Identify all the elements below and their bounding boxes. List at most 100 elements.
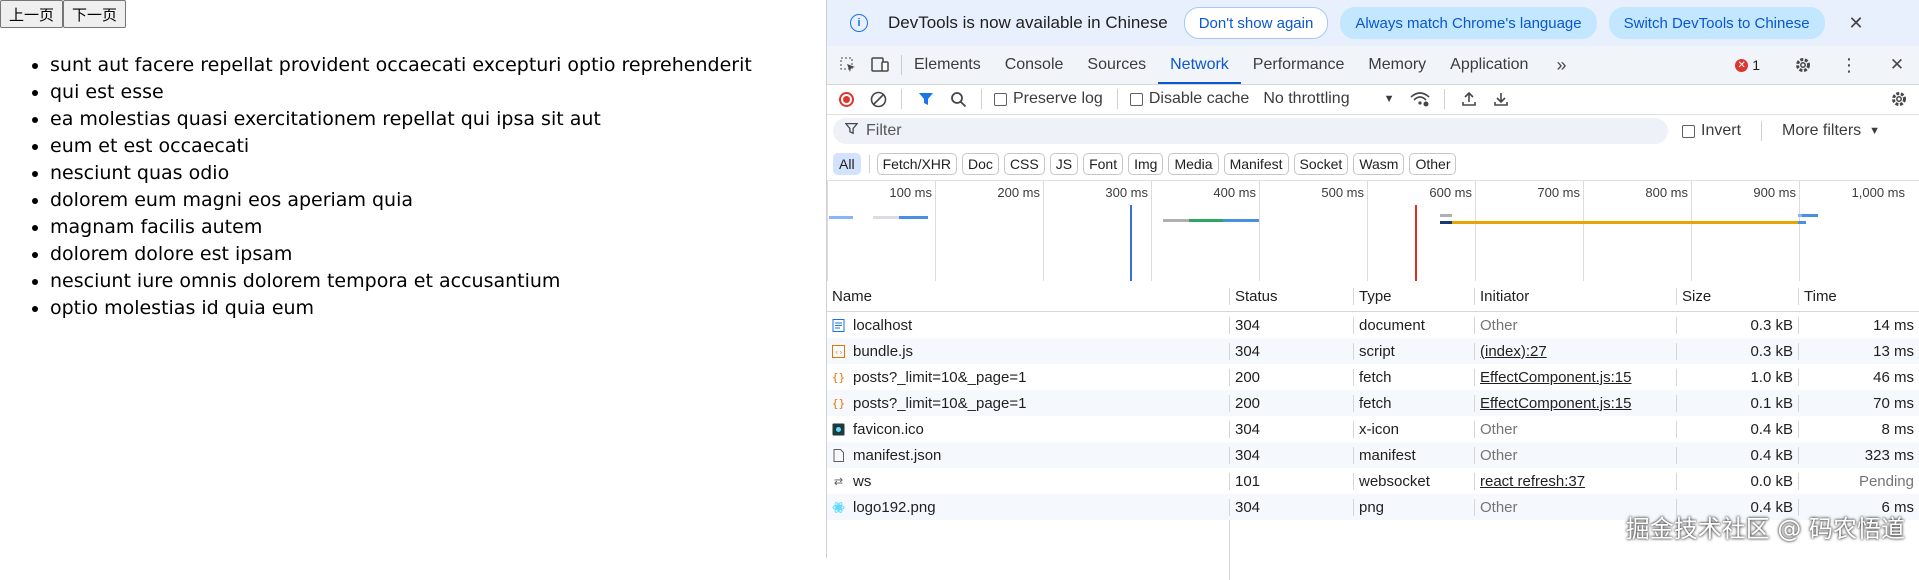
filter-funnel-icon[interactable]	[918, 91, 934, 107]
tab-network[interactable]: Network	[1158, 46, 1241, 84]
initiator-cell: react refresh:37	[1475, 472, 1677, 490]
type-cell: png	[1354, 498, 1475, 516]
name-cell: {} posts?_limit=10&_page=1	[827, 394, 1230, 412]
waterfall-overview-bars	[829, 205, 1818, 281]
websocket-icon: ⇄	[833, 475, 844, 488]
devtools-tabbar: Elements Console Sources Network Perform…	[827, 46, 1919, 85]
inspect-element-icon[interactable]	[837, 54, 859, 76]
chip-all[interactable]: All	[833, 153, 861, 175]
network-conditions-icon[interactable]	[1410, 91, 1431, 107]
initiator-link[interactable]: (index):27	[1480, 343, 1547, 360]
table-row[interactable]: {} posts?_limit=10&_page=1 200 fetch Eff…	[827, 390, 1919, 416]
divider	[981, 89, 982, 109]
invert-checkbox[interactable]	[1682, 124, 1695, 138]
time-cell: 13 ms	[1873, 342, 1914, 360]
preserve-log-checkbox[interactable]	[994, 92, 1007, 106]
device-toolbar-icon[interactable]	[869, 54, 891, 76]
list-item: optio molestias id quia eum	[50, 295, 752, 322]
chip-socket[interactable]: Socket	[1293, 153, 1349, 175]
tab-performance[interactable]: Performance	[1241, 46, 1357, 84]
filter-input[interactable]: Filter	[833, 118, 1668, 144]
table-row[interactable]: {} posts?_limit=10&_page=1 200 fetch Eff…	[827, 364, 1919, 390]
request-name: logo192.png	[853, 498, 936, 516]
language-infobar: i DevTools is now available in Chinese D…	[827, 0, 1919, 46]
infobar-message: DevTools is now available in Chinese	[888, 13, 1168, 32]
tab-elements[interactable]: Elements	[902, 46, 993, 84]
tab-sources[interactable]: Sources	[1075, 46, 1158, 84]
network-settings-gear-icon[interactable]	[1890, 90, 1908, 108]
chip-fetch-xhr[interactable]: Fetch/XHR	[876, 153, 958, 175]
gear-icon[interactable]	[1792, 54, 1814, 76]
column-header-status[interactable]: Status	[1230, 287, 1354, 305]
chip-media[interactable]: Media	[1168, 153, 1219, 175]
initiator-cell: (index):27	[1475, 342, 1677, 360]
chip-css[interactable]: CSS	[1003, 153, 1045, 175]
network-toolbar: Preserve log Disable cache No throttling…	[827, 84, 1919, 115]
chip-wasm[interactable]: Wasm	[1353, 153, 1405, 175]
clear-icon[interactable]	[870, 91, 887, 108]
name-cell: ⇄ ws	[827, 472, 1230, 490]
column-header-initiator[interactable]: Initiator	[1475, 287, 1677, 305]
filter-funnel-icon	[844, 122, 859, 140]
initiator-link[interactable]: EffectComponent.js:15	[1480, 369, 1631, 386]
type-cell: x-icon	[1354, 420, 1475, 438]
list-item: dolorem dolore est ipsam	[50, 241, 752, 268]
list-item: nesciunt iure omnis dolorem tempora et a…	[50, 268, 752, 295]
initiator-cell: EffectComponent.js:15	[1475, 394, 1677, 412]
chip-doc[interactable]: Doc	[962, 153, 999, 175]
size-cell: 0.4 kB	[1677, 420, 1799, 438]
column-header-name[interactable]: Name	[827, 287, 1230, 305]
export-har-icon[interactable]	[1493, 91, 1509, 107]
tab-console[interactable]: Console	[993, 46, 1076, 84]
dont-show-again-button[interactable]: Don't show again	[1183, 7, 1329, 39]
more-filters-dropdown[interactable]: More filters ▼	[1782, 122, 1880, 140]
list-item: qui est esse	[50, 79, 752, 106]
chip-other[interactable]: Other	[1409, 153, 1457, 175]
more-tabs-icon[interactable]: »	[1550, 54, 1572, 76]
search-icon[interactable]	[950, 91, 967, 108]
type-cell: fetch	[1354, 394, 1475, 412]
request-name: localhost	[853, 316, 913, 334]
tab-application[interactable]: Application	[1438, 46, 1540, 84]
column-header-type[interactable]: Type	[1354, 287, 1475, 305]
preserve-log-label: Preserve log	[1013, 90, 1103, 107]
column-header-time[interactable]: Time	[1799, 288, 1919, 305]
name-cell: localhost	[827, 316, 1230, 334]
tab-memory[interactable]: Memory	[1356, 46, 1438, 84]
close-icon[interactable]: ✕	[1849, 13, 1864, 34]
table-row[interactable]: favicon.ico 304 x-icon Other 0.4 kB 8 ms	[827, 416, 1919, 442]
chip-manifest[interactable]: Manifest	[1223, 153, 1289, 175]
status-cell: 304	[1230, 446, 1354, 464]
table-header: Name Status Type Initiator Size Time	[827, 281, 1919, 312]
initiator-cell: Other	[1475, 420, 1677, 438]
column-header-size[interactable]: Size	[1677, 287, 1799, 305]
table-row[interactable]: ‹› bundle.js 304 script (index):27 0.3 k…	[827, 338, 1919, 364]
type-cell: script	[1354, 342, 1475, 360]
disable-cache-checkbox[interactable]	[1129, 92, 1143, 106]
initiator-link[interactable]: react refresh:37	[1480, 473, 1585, 490]
error-badge[interactable]: ✕ 1	[1735, 57, 1760, 73]
record-stop-icon[interactable]	[839, 91, 854, 107]
table-row[interactable]: ⇄ ws 101 websocket react refresh:37 0.0 …	[827, 468, 1919, 494]
next-page-button[interactable]: 下一页	[63, 0, 127, 28]
import-har-icon[interactable]	[1461, 91, 1477, 107]
close-devtools-icon[interactable]: ✕	[1886, 54, 1908, 76]
kebab-menu-icon[interactable]: ⋮	[1838, 54, 1860, 76]
list-item: eum et est occaecati	[50, 133, 752, 160]
table-row[interactable]: localhost 304 document Other 0.3 kB 14 m…	[827, 312, 1919, 338]
always-match-language-button[interactable]: Always match Chrome's language	[1340, 7, 1597, 39]
chip-js[interactable]: JS	[1049, 153, 1079, 175]
initiator-link[interactable]: EffectComponent.js:15	[1480, 395, 1631, 412]
prev-page-button[interactable]: 上一页	[0, 0, 64, 28]
chip-img[interactable]: Img	[1128, 153, 1164, 175]
request-name: posts?_limit=10&_page=1	[853, 394, 1027, 412]
switch-to-chinese-button[interactable]: Switch DevTools to Chinese	[1608, 7, 1825, 39]
filter-bar: Filter Invert More filters ▼	[827, 114, 1919, 148]
name-cell: logo192.png	[827, 498, 1230, 516]
table-row[interactable]: manifest.json 304 manifest Other 0.4 kB …	[827, 442, 1919, 468]
name-cell: ‹› bundle.js	[827, 342, 1230, 360]
throttling-select[interactable]: No throttling ▼	[1263, 90, 1394, 108]
network-overview-timeline[interactable]: 100 ms 200 ms 300 ms 400 ms 500 ms 600 m…	[827, 181, 1919, 282]
svg-text:‹›: ‹›	[835, 348, 843, 356]
chip-font[interactable]: Font	[1083, 153, 1124, 175]
